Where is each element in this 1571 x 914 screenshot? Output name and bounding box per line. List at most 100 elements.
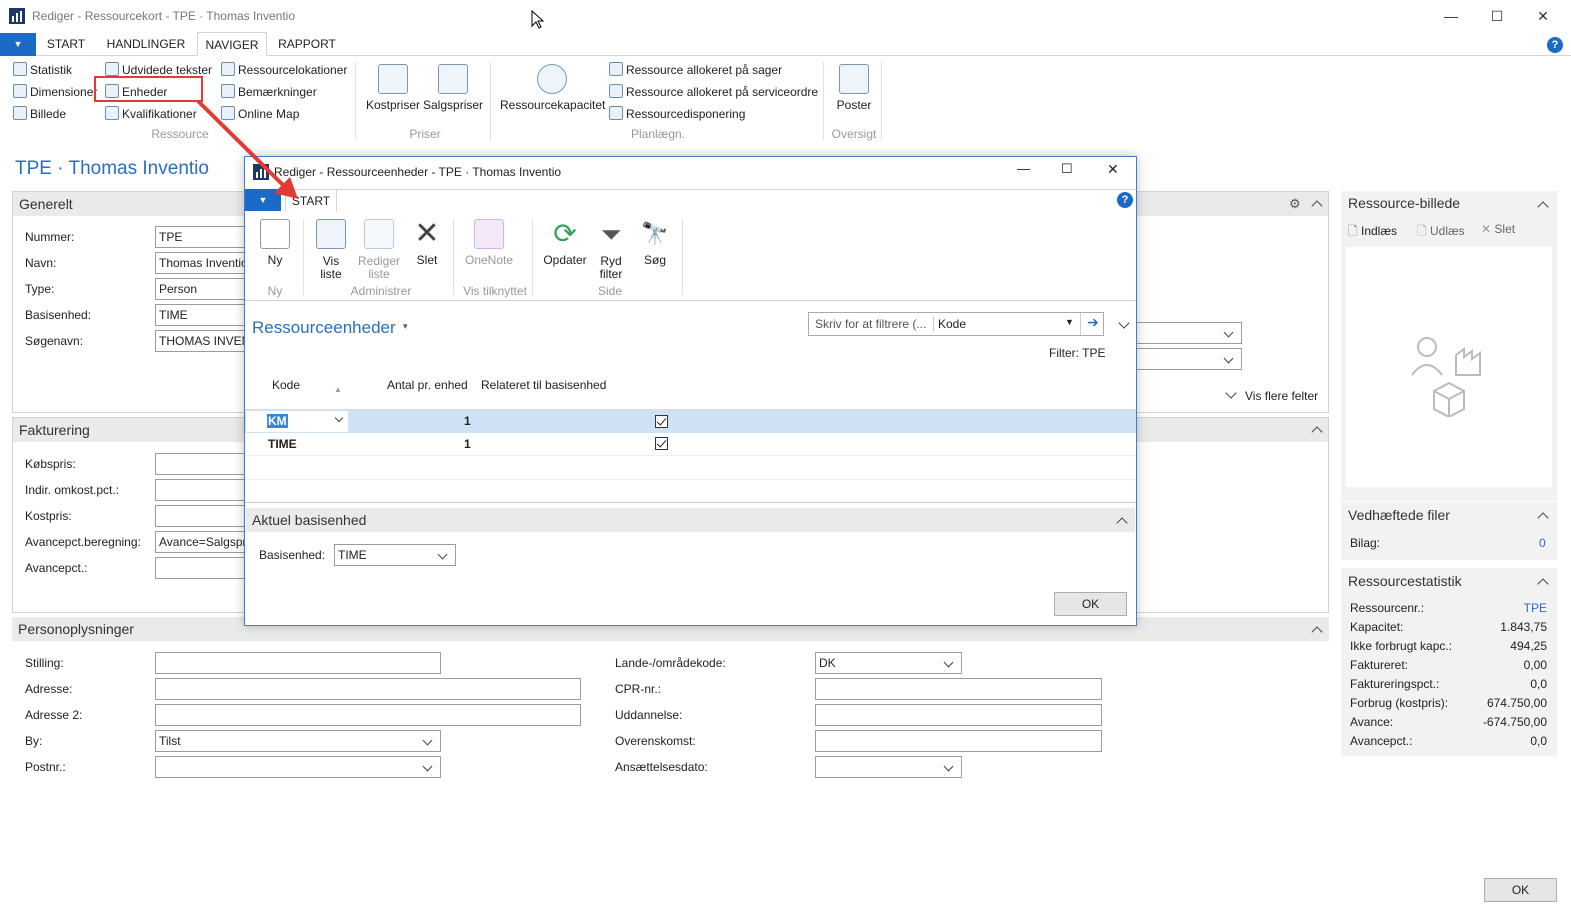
ribbon-billede[interactable]: Billede bbox=[13, 104, 66, 124]
relateret-checkbox[interactable] bbox=[655, 415, 668, 428]
statistics-icon bbox=[13, 62, 27, 76]
tab-naviger[interactable]: NAVIGER bbox=[197, 32, 267, 56]
tab-rapport[interactable]: RAPPORT bbox=[270, 32, 344, 56]
avancepct-field[interactable] bbox=[155, 557, 245, 579]
vis-liste-button[interactable]: Vis liste bbox=[311, 219, 351, 281]
kode-cell-editor[interactable] bbox=[245, 410, 349, 433]
ribbon-salgspriser[interactable]: Salgspriser bbox=[423, 64, 483, 112]
filter-field-select[interactable]: Kode bbox=[938, 317, 966, 331]
filter-go-arrow-icon[interactable]: ➔ bbox=[1087, 314, 1099, 331]
uddannelse-field[interactable] bbox=[815, 704, 1102, 726]
dialog-ok-button[interactable]: OK bbox=[1054, 592, 1127, 616]
app-menu-button[interactable]: ▼ bbox=[0, 33, 36, 56]
onenote-button[interactable]: OneNote bbox=[461, 219, 517, 267]
view-list-icon bbox=[316, 219, 346, 249]
kostpris-field[interactable] bbox=[155, 505, 245, 527]
ny-button[interactable]: Ny bbox=[255, 219, 295, 267]
onenote-icon bbox=[474, 219, 504, 249]
relateret-checkbox[interactable] bbox=[655, 437, 668, 450]
udlaes-button[interactable]: 🗋 Udlæs bbox=[1417, 222, 1465, 243]
column-header-relateret[interactable]: Relateret til basisenhed bbox=[481, 378, 606, 392]
stat-value[interactable]: TPE bbox=[1524, 601, 1547, 615]
kode-cell[interactable]: TIME bbox=[268, 437, 297, 451]
koebspris-field[interactable] bbox=[155, 453, 245, 475]
ribbon-allokeret-serviceordre[interactable]: Ressource allokeret på serviceordre bbox=[609, 82, 818, 102]
by-field[interactable]: Tilst bbox=[155, 730, 441, 752]
column-header-antal[interactable]: Antal pr. enhed bbox=[387, 378, 468, 392]
kode-cell[interactable]: KM bbox=[267, 414, 288, 428]
navn-label: Navn: bbox=[25, 256, 57, 270]
stat-value: 0,0 bbox=[1530, 734, 1547, 748]
cpr-field[interactable] bbox=[815, 678, 1102, 700]
navn-field[interactable]: Thomas Inventio bbox=[155, 252, 245, 274]
ribbon-kvalifikationer[interactable]: Kvalifikationer bbox=[105, 104, 197, 124]
dialog-help-icon[interactable]: ? bbox=[1117, 192, 1133, 208]
dropdown-field[interactable] bbox=[1136, 348, 1242, 370]
ryd-filter-button[interactable]: ⏷ Ryd filter bbox=[591, 219, 631, 281]
ansaettelsesdato-field[interactable] bbox=[815, 756, 962, 778]
ribbon-allokeret-sager[interactable]: Ressource allokeret på sager bbox=[609, 60, 782, 80]
maximize-button[interactable]: ☐ bbox=[1474, 4, 1520, 28]
bilag-label: Bilag: bbox=[1350, 536, 1381, 550]
adresse-field[interactable] bbox=[155, 678, 581, 700]
lande-field[interactable]: DK bbox=[815, 652, 962, 674]
close-button[interactable]: ✕ bbox=[1520, 4, 1566, 28]
stat-value: 1.843,75 bbox=[1500, 620, 1547, 634]
postnr-field[interactable] bbox=[155, 756, 441, 778]
bilag-count-link[interactable]: 0 bbox=[1539, 536, 1546, 550]
list-title[interactable]: Ressourceenheder bbox=[252, 318, 396, 338]
ribbon-poster[interactable]: Poster bbox=[830, 64, 878, 112]
ribbon-ressourcelokationer[interactable]: Ressourcelokationer bbox=[221, 60, 347, 80]
ribbon-ressourcedisponering[interactable]: Ressourcedisponering bbox=[609, 104, 745, 124]
type-field[interactable]: Person bbox=[155, 278, 245, 300]
allocation-icon bbox=[609, 62, 623, 76]
delete-x-icon: ✕ bbox=[414, 217, 440, 250]
list-title-dropdown-icon[interactable]: ▾ bbox=[403, 321, 408, 332]
dialog-close-button[interactable]: ✕ bbox=[1107, 161, 1121, 178]
slet-dialog-button[interactable]: ✕ Slet bbox=[407, 217, 447, 268]
settings-icon[interactable]: ⚙ bbox=[1289, 196, 1303, 211]
basisenhed-select[interactable]: TIME bbox=[334, 544, 456, 566]
ribbon-dimensioner[interactable]: Dimensioner bbox=[13, 82, 97, 102]
table-row[interactable]: TIME 1 bbox=[245, 433, 1136, 456]
minimize-button[interactable]: — bbox=[1428, 4, 1474, 28]
tab-handlinger[interactable]: HANDLINGER bbox=[96, 32, 196, 56]
column-header-kode[interactable]: Kode bbox=[272, 378, 300, 392]
ok-button[interactable]: OK bbox=[1484, 878, 1557, 902]
ribbon-ressourcekapacitet[interactable]: Ressourcekapacitet bbox=[500, 64, 605, 112]
filter-divider bbox=[933, 316, 934, 332]
tab-start[interactable]: START bbox=[40, 32, 92, 56]
vis-flere-felter-link[interactable]: Vis flere felter bbox=[1245, 389, 1318, 403]
soegenavn-field[interactable]: THOMAS INVENTIO bbox=[155, 330, 245, 352]
filter-field-dropdown-icon[interactable]: ▼ bbox=[1065, 317, 1074, 327]
indir-omkost-field[interactable] bbox=[155, 479, 245, 501]
antal-cell[interactable]: 1 bbox=[464, 414, 471, 428]
tab-divider bbox=[245, 189, 1136, 190]
dropdown-field[interactable] bbox=[1136, 322, 1242, 344]
ribbon-statistik[interactable]: Statistik bbox=[13, 60, 72, 80]
stilling-field[interactable] bbox=[155, 652, 441, 674]
overenskomst-field[interactable] bbox=[815, 730, 1102, 752]
nummer-field[interactable]: TPE bbox=[155, 226, 245, 248]
slet-button[interactable]: ✕ Slet bbox=[1481, 222, 1515, 236]
antal-cell[interactable]: 1 bbox=[464, 437, 471, 451]
expand-filter-icon[interactable] bbox=[1118, 317, 1130, 329]
rediger-liste-button[interactable]: Rediger liste bbox=[355, 219, 403, 281]
stilling-label: Stilling: bbox=[25, 656, 64, 670]
ribbon-kostpriser[interactable]: Kostpriser bbox=[365, 64, 421, 112]
stat-value: 494,25 bbox=[1510, 639, 1547, 653]
filter-box: Skriv for at filtrere (... Kode ▼ ➔ bbox=[808, 312, 1104, 336]
dialog-minimize-button[interactable]: — bbox=[1017, 161, 1031, 176]
indir-omkost-label: Indir. omkost.pct.: bbox=[25, 483, 120, 497]
soeg-button[interactable]: 🔭 Søg bbox=[635, 219, 675, 267]
adresse2-field[interactable] bbox=[155, 704, 581, 726]
dialog-maximize-button[interactable]: ☐ bbox=[1061, 161, 1075, 177]
basisenhed-field[interactable]: TIME bbox=[155, 304, 245, 326]
indlaes-button[interactable]: 🗋 Indlæs bbox=[1348, 222, 1397, 243]
table-row[interactable]: KM 1 bbox=[245, 410, 1136, 433]
filter-input[interactable]: Skriv for at filtrere (... bbox=[815, 317, 926, 331]
opdater-button[interactable]: ⟳ Opdater bbox=[540, 219, 590, 268]
help-icon[interactable]: ? bbox=[1547, 37, 1563, 53]
factbox-aktuel-basisenhed[interactable]: Aktuel basisenhed bbox=[246, 508, 1135, 532]
avancepct-beregning-field[interactable]: Avance=Salgspris-Kostpris bbox=[155, 531, 245, 553]
